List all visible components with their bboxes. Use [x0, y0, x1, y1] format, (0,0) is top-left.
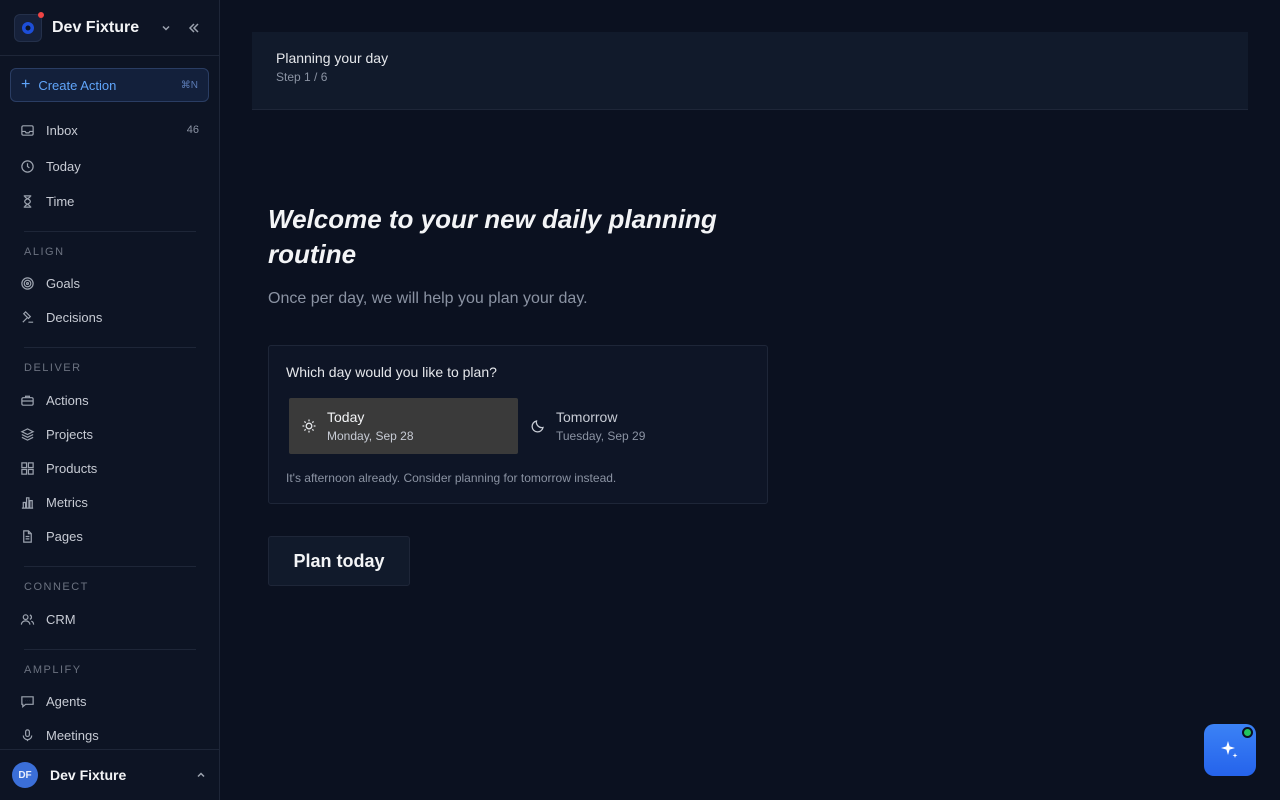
- avatar: DF: [12, 762, 38, 788]
- online-status-dot: [1242, 727, 1253, 738]
- page-subtitle: Once per day, we will help you plan your…: [268, 290, 588, 307]
- sidebar-item-time[interactable]: Time: [10, 186, 209, 216]
- option-today[interactable]: Today Monday, Sep 28: [289, 398, 518, 454]
- planning-hint: It's afternoon already. Consider plannin…: [286, 471, 617, 485]
- grid-icon: [21, 461, 34, 475]
- sidebar-item-label: Time: [46, 193, 75, 209]
- sidebar-item-projects[interactable]: Projects: [10, 419, 209, 449]
- option-text: Tomorrow Tuesday, Sep 29: [556, 409, 645, 443]
- briefcase-icon: [21, 395, 34, 406]
- sidebar-item-products[interactable]: Products: [10, 453, 209, 483]
- option-text: Today Monday, Sep 28: [327, 409, 414, 443]
- moon-icon: [531, 420, 544, 433]
- sidebar-item-label: Inbox: [46, 122, 78, 138]
- section-label-align: ALIGN: [24, 246, 65, 258]
- inbox-icon: [21, 124, 34, 136]
- workspace-header: Dev Fixture: [0, 0, 219, 56]
- sidebar-divider: [24, 649, 196, 650]
- sidebar-item-label: Goals: [46, 275, 80, 291]
- bar-chart-icon: [21, 496, 34, 509]
- sidebar-item-label: CRM: [46, 611, 76, 627]
- notification-dot: [38, 11, 44, 18]
- sidebar-item-label: Decisions: [46, 309, 103, 325]
- section-label-deliver: DELIVER: [24, 362, 82, 374]
- target-icon: [21, 276, 34, 290]
- chevron-down-icon: [162, 25, 170, 31]
- sidebar-item-inbox[interactable]: Inbox 46: [10, 115, 209, 145]
- user-name: Dev Fixture: [50, 767, 127, 783]
- sidebar-divider: [24, 566, 196, 567]
- sidebar-item-label: Metrics: [46, 494, 88, 510]
- sidebar: Dev Fixture + Create Action ⌘N Inbox 46 …: [0, 0, 220, 800]
- hourglass-icon: [23, 194, 32, 208]
- workspace-logo-icon: [22, 21, 34, 34]
- sparkle-icon: [1221, 741, 1238, 758]
- planning-banner: Planning your day Step 1 / 6: [252, 32, 1248, 110]
- option-date: Monday, Sep 28: [327, 429, 414, 443]
- step-indicator: Step 1 / 6: [276, 70, 328, 84]
- create-action-shortcut: ⌘N: [180, 79, 198, 91]
- collapse-sidebar-button[interactable]: [183, 17, 205, 39]
- gavel-icon: [22, 310, 34, 323]
- chevron-up-icon: [197, 772, 205, 778]
- sidebar-item-label: Meetings: [46, 727, 99, 743]
- sidebar-item-meetings[interactable]: Meetings: [10, 720, 209, 750]
- sun-icon: [302, 419, 316, 433]
- microphone-icon: [22, 728, 33, 741]
- banner-title: Planning your day: [276, 50, 389, 66]
- day-selection-card: Which day would you like to plan? Today …: [268, 345, 768, 504]
- document-icon: [23, 529, 32, 543]
- sidebar-item-label: Products: [46, 460, 98, 476]
- sidebar-item-label: Agents: [46, 693, 87, 709]
- clock-icon: [21, 159, 34, 173]
- sidebar-item-pages[interactable]: Pages: [10, 521, 209, 551]
- option-title: Tomorrow: [556, 409, 618, 425]
- inbox-count-badge: 46: [186, 124, 199, 136]
- option-title: Today: [327, 409, 365, 425]
- assistant-button[interactable]: [1204, 724, 1256, 776]
- sidebar-item-label: Pages: [46, 528, 83, 544]
- section-label-amplify: AMPLIFY: [24, 664, 82, 676]
- workspace-switcher-button[interactable]: [155, 17, 177, 39]
- sidebar-item-today[interactable]: Today: [10, 151, 209, 181]
- option-tomorrow[interactable]: Tomorrow Tuesday, Sep 29: [518, 398, 747, 454]
- option-date: Tuesday, Sep 29: [556, 429, 646, 443]
- layers-icon: [20, 427, 35, 441]
- sidebar-item-metrics[interactable]: Metrics: [10, 487, 209, 517]
- sidebar-divider: [24, 347, 196, 348]
- sidebar-item-label: Today: [46, 158, 81, 174]
- sidebar-item-goals[interactable]: Goals: [10, 268, 209, 298]
- plan-today-button[interactable]: Plan today: [268, 536, 410, 586]
- workspace-logo[interactable]: [14, 11, 44, 42]
- sidebar-divider: [24, 231, 196, 232]
- sidebar-item-actions[interactable]: Actions: [10, 385, 209, 415]
- create-action-label: Create Action: [38, 77, 117, 93]
- section-label-connect: CONNECT: [24, 581, 89, 593]
- users-icon: [20, 613, 35, 625]
- day-question: Which day would you like to plan?: [286, 364, 497, 380]
- sidebar-item-label: Actions: [46, 392, 89, 408]
- plus-icon: +: [21, 76, 31, 93]
- chat-icon: [21, 695, 34, 708]
- double-chevron-left-icon: [188, 22, 199, 33]
- sidebar-item-label: Projects: [46, 426, 93, 442]
- sidebar-item-decisions[interactable]: Decisions: [10, 302, 209, 332]
- create-action-button[interactable]: + Create Action ⌘N: [10, 68, 209, 102]
- user-menu[interactable]: DF Dev Fixture: [0, 749, 219, 800]
- sidebar-item-crm[interactable]: CRM: [10, 604, 209, 634]
- sidebar-item-agents[interactable]: Agents: [10, 686, 209, 716]
- workspace-name: Dev Fixture: [52, 18, 140, 36]
- page-title: Welcome to your new daily planning routi…: [268, 204, 717, 269]
